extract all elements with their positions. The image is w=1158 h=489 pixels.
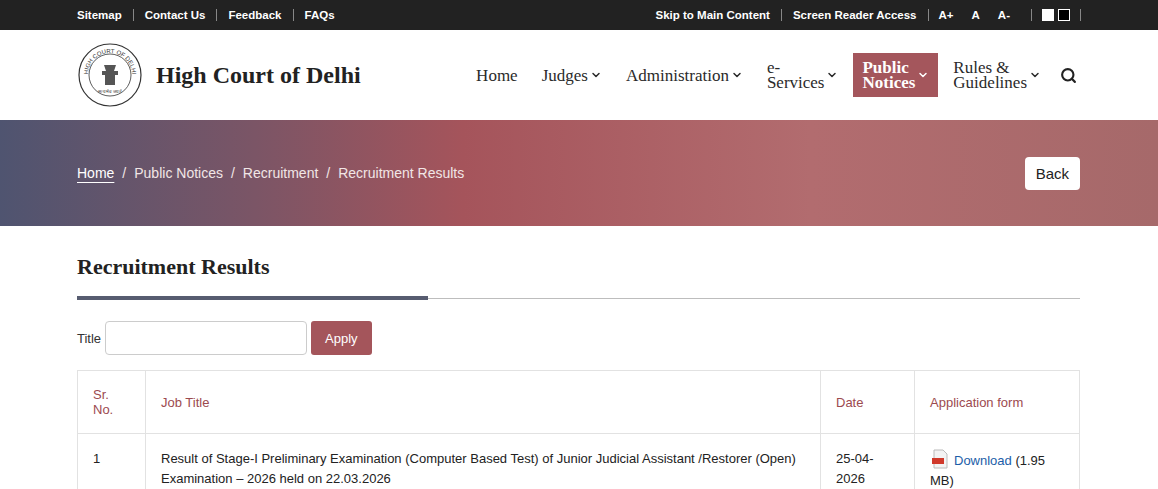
back-button[interactable]: Back [1025,157,1080,190]
filter-bar: Title Apply [77,321,1080,355]
top-links: SitemapContact UsFeedbackFAQs [77,9,346,21]
chevron-down-icon [826,69,838,81]
pdf-icon [930,449,950,469]
content: Recruitment Results Title Apply Sr. No.Job … [0,226,1158,489]
table-row: 1Result of Stage-I Preliminary Examinati… [78,434,1080,489]
results-table: Sr. No.Job TitleDateApplication form1Res… [77,370,1080,489]
breadcrumb-separator: / [231,165,235,181]
nav-item[interactable]: Rules & Guidelines [944,53,1050,97]
main-nav: HomeJudgesAdministratione-ServicesPublic… [467,53,1081,97]
search-icon [1060,67,1077,84]
site-title[interactable]: High Court of Delhi [156,62,361,89]
svg-text:सत्यमेव जयते: सत्यमेव जयते [98,88,122,94]
accessibility-links: Skip to Main ContentScreen Reader Access… [656,9,1081,21]
title-divider [77,296,1080,300]
breadcrumb-item: Recruitment [243,165,318,181]
chevron-down-icon [1029,69,1041,81]
chevron-down-icon [917,69,929,81]
top-bar: SitemapContact UsFeedbackFAQs Skip to Mai… [0,0,1158,30]
top-link[interactable]: Sitemap [77,9,133,21]
column-header: Date [821,371,915,434]
site-header: HIGH COURT OF DELHIसत्यमेव जयते High Cour… [0,30,1158,120]
nav-item[interactable]: Home [467,53,527,97]
page-title: Recruitment Results [77,254,1080,280]
font-size-button[interactable]: A [972,9,991,21]
contrast-swatch[interactable] [1042,9,1054,21]
column-header: Sr. No. [78,371,146,434]
table-header-row: Sr. No.Job TitleDateApplication form [78,371,1080,434]
apply-button[interactable]: Apply [311,321,372,355]
title-input[interactable] [105,321,307,355]
contrast-controls [1031,9,1081,21]
contrast-swatch[interactable] [1058,9,1070,21]
page-banner: Home / Public Notices / Recruitment / Recruitm… [0,120,1158,226]
breadcrumb-item: Public Notices [134,165,223,181]
sr-cell: 1 [78,434,146,489]
breadcrumb-separator: / [326,165,330,181]
filter-label: Title [77,331,101,346]
top-link[interactable]: Feedback [216,9,292,21]
brand[interactable]: HIGH COURT OF DELHIसत्यमेव जयते High Cour… [78,43,361,107]
breadcrumb-separator: / [122,165,126,181]
chevron-down-icon [590,69,602,81]
breadcrumb-item: Recruitment Results [338,165,464,181]
top-link[interactable]: Contact Us [133,9,217,21]
top-link[interactable]: FAQs [293,9,346,21]
accessibility-link[interactable]: Skip to Main Content [656,9,781,21]
form-cell: Download (1.95 MB) [915,434,1080,489]
column-header: Job Title [146,371,821,434]
accessibility-link[interactable]: Screen Reader Access [781,9,928,21]
nav-item[interactable]: e-Services [758,53,848,97]
chevron-down-icon [731,69,743,81]
font-size-button[interactable]: A+ [939,9,965,21]
download-link[interactable]: Download [954,453,1012,468]
court-logo-icon: HIGH COURT OF DELHIसत्यमेव जयते [78,43,142,107]
page: SitemapContact UsFeedbackFAQs Skip to Mai… [0,0,1158,489]
nav-item[interactable]: Judges [533,53,611,97]
nav-item[interactable]: Public Notices [853,53,938,97]
title-cell: Result of Stage-I Preliminary Examinatio… [146,434,821,489]
column-header: Application form [915,371,1080,434]
search-button[interactable] [1056,63,1081,88]
breadcrumb-item[interactable]: Home [77,165,114,181]
font-size-controls: A+ A A- [928,9,1031,21]
nav-item[interactable]: Administration [617,53,752,97]
font-size-button[interactable]: A- [998,9,1021,21]
breadcrumb: Home / Public Notices / Recruitment / Recruitm… [77,165,464,181]
date-cell: 25-04-2026 [821,434,915,489]
